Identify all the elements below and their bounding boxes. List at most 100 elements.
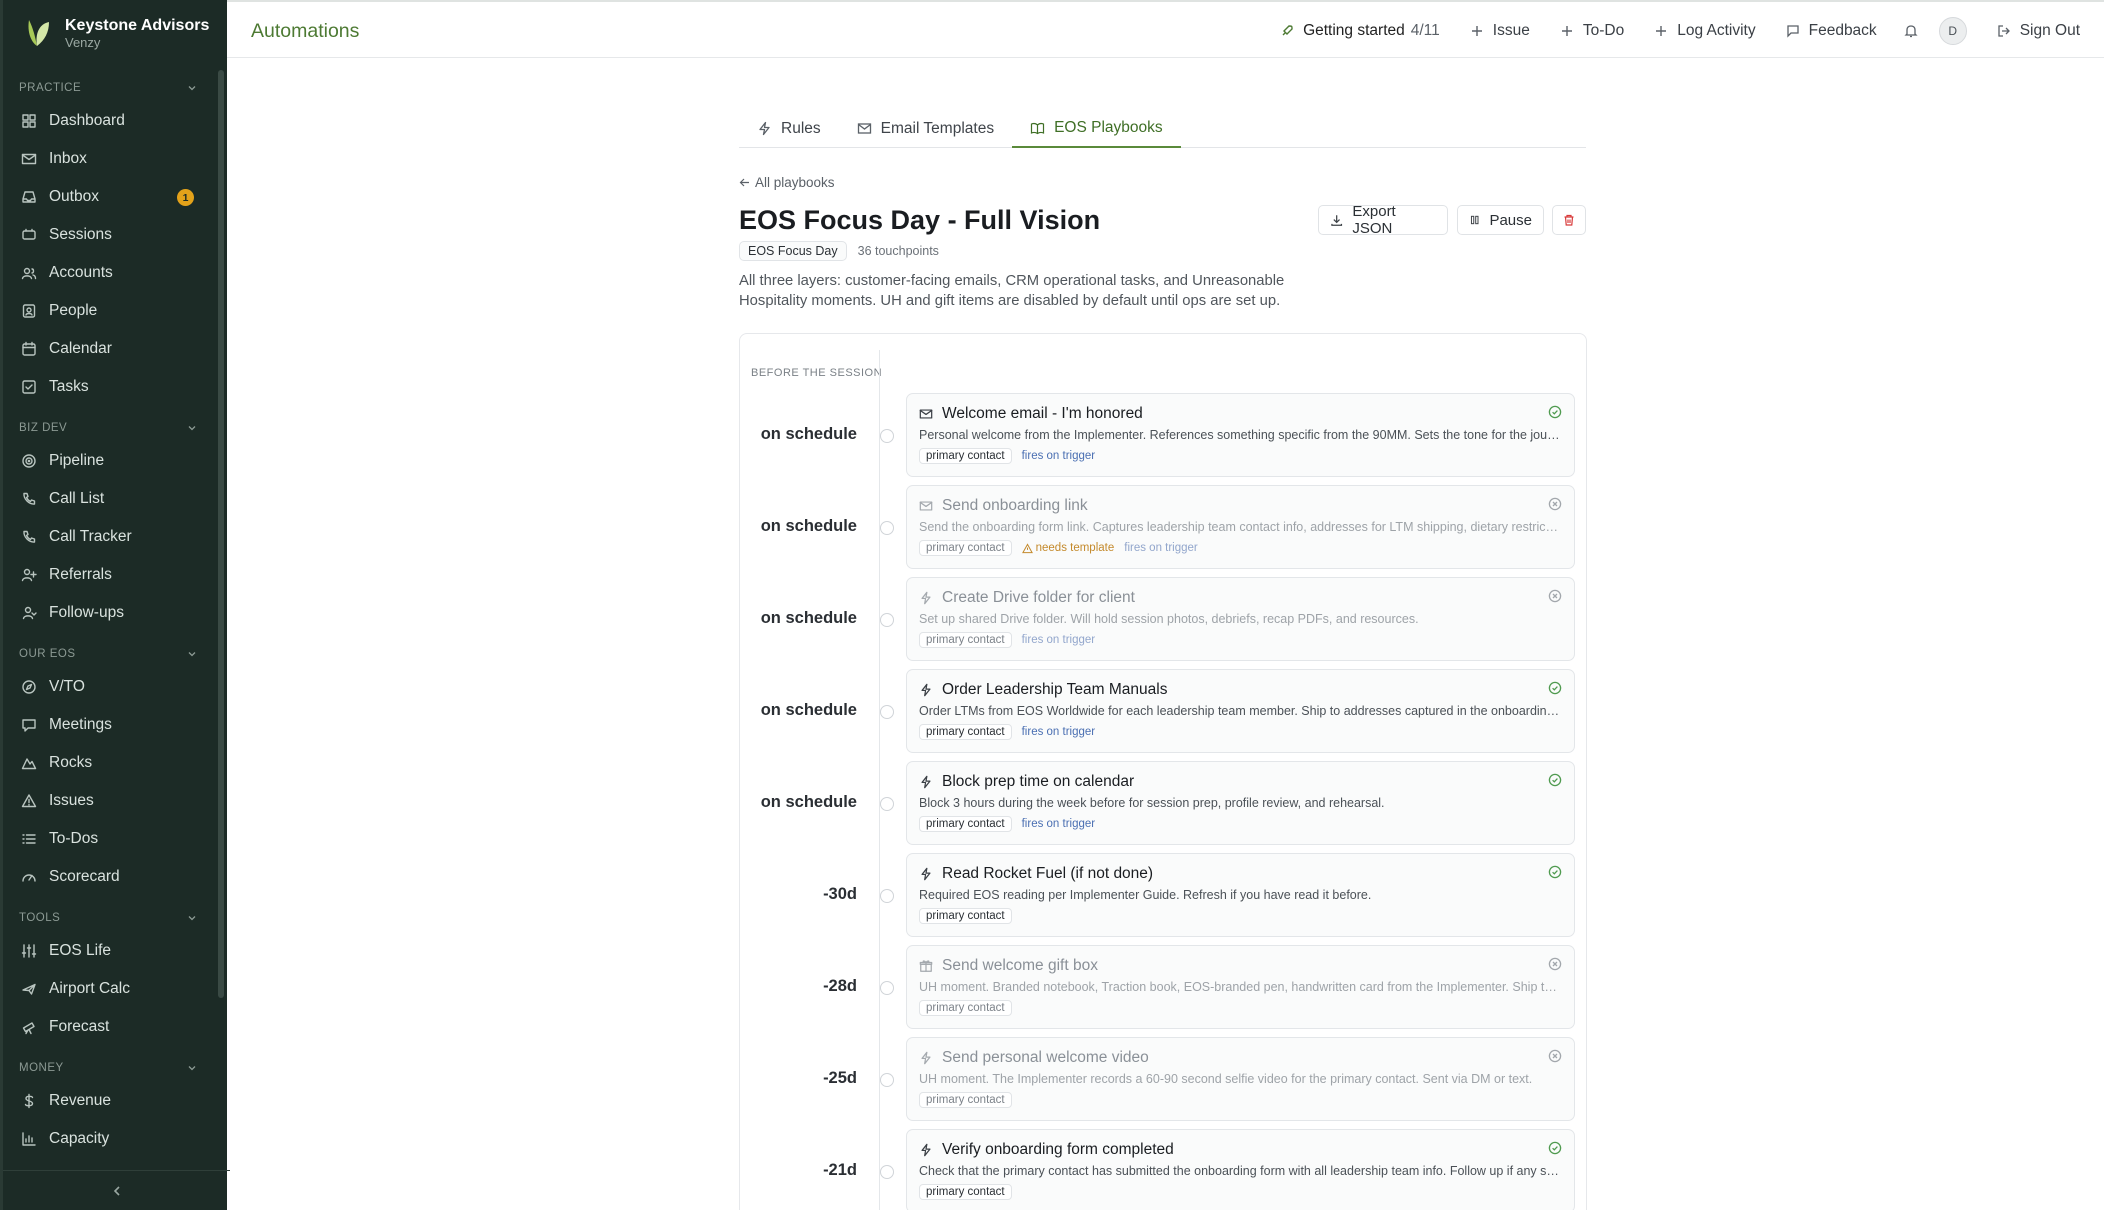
touchpoint-card[interactable]: Send onboarding link Send the onboarding… [906, 485, 1575, 569]
sidebar-item-label: V/TO [49, 678, 85, 695]
fires-on-trigger-label: fires on trigger [1124, 542, 1198, 554]
getting-started-button[interactable]: Getting started 4/11 [1280, 22, 1440, 40]
gauge-icon [22, 874, 36, 882]
rocket-icon [1282, 25, 1293, 36]
sidebar-item-inbox[interactable]: Inbox [3, 140, 213, 178]
delete-playbook-button[interactable] [1552, 205, 1586, 235]
enabled-check-icon[interactable] [1548, 405, 1562, 419]
getting-started-count: 4/11 [1410, 22, 1440, 39]
leaf-logo-icon [28, 20, 49, 46]
sidebar-item-rocks[interactable]: Rocks [3, 744, 213, 782]
sidebar-item-eos-life[interactable]: EOS Life [3, 932, 213, 970]
back-to-all-playbooks-link[interactable]: All playbooks [739, 175, 835, 190]
avatar[interactable]: D [1938, 17, 1967, 45]
sidebar-section-header[interactable]: OUR EOS [3, 640, 213, 668]
sidebar-item-capacity[interactable]: Capacity [3, 1120, 213, 1158]
touchpoint-card[interactable]: Block prep time on calendar Block 3 hour… [906, 761, 1575, 845]
enabled-check-icon[interactable] [1548, 773, 1562, 787]
touchpoint-row: on schedule Create Drive folder for clie… [740, 577, 1588, 661]
sidebar-item-dashboard[interactable]: Dashboard [3, 102, 213, 140]
touchpoint-row: on schedule Block prep time on calendar … [740, 761, 1588, 845]
enabled-check-icon[interactable] [1548, 681, 1562, 695]
enabled-check-icon[interactable] [1548, 865, 1562, 879]
telescope-icon [22, 1022, 35, 1035]
touchpoint-card[interactable]: Verify onboarding form completed Check t… [906, 1129, 1575, 1210]
disabled-x-icon[interactable] [1548, 497, 1562, 511]
sidebar-item-call-tracker[interactable]: Call Tracker [3, 518, 213, 556]
fires-on-trigger-label: fires on trigger [1021, 634, 1096, 646]
touchpoint-description: UH moment. Branded notebook, Traction bo… [919, 980, 1561, 994]
sidebar-item-to-dos[interactable]: To-Dos [3, 820, 213, 858]
sidebar-item-follow-ups[interactable]: Follow-ups [3, 594, 213, 632]
bolt-icon [921, 683, 931, 697]
tab-rules[interactable]: Rules [739, 110, 839, 147]
disabled-x-icon[interactable] [1548, 589, 1562, 603]
sign-out-button[interactable]: Sign Out [1997, 22, 2080, 40]
sidebar-item-scorecard[interactable]: Scorecard [3, 858, 213, 896]
sidebar-item-label: Forecast [49, 1018, 110, 1035]
touchpoint-timing: -25d [823, 1069, 857, 1087]
export-json-button[interactable]: Export JSON [1318, 203, 1448, 237]
plane-icon [22, 983, 36, 995]
sidebar-item-outbox[interactable]: Outbox 1 [3, 178, 213, 216]
enabled-check-icon[interactable] [1548, 1141, 1562, 1155]
trash-icon [1564, 214, 1574, 226]
sidebar-item-v-to[interactable]: V/TO [3, 668, 213, 706]
disabled-x-icon[interactable] [1548, 1049, 1562, 1063]
sidebar-section-header[interactable]: PRACTICE [3, 74, 213, 102]
brand[interactable]: Keystone Advisors Venzy [3, 0, 227, 66]
chevron-down-icon [188, 86, 196, 91]
sidebar-item-referrals[interactable]: Referrals [3, 556, 213, 594]
chevron-down-icon [188, 426, 196, 431]
sidebar-item-meetings[interactable]: Meetings [3, 706, 213, 744]
sidebar-item-pipeline[interactable]: Pipeline [3, 442, 213, 480]
touchpoint-card[interactable]: Send welcome gift box UH moment. Branded… [906, 945, 1575, 1029]
tab-email-templates[interactable]: Email Templates [839, 110, 1012, 147]
sidebar-section-header[interactable]: TOOLS [3, 904, 213, 932]
book-open-icon [1030, 122, 1045, 134]
rocks-icon [21, 758, 37, 770]
chevron-down-icon [188, 652, 196, 657]
timeline-dot [880, 521, 894, 535]
touchpoint-card[interactable]: Send personal welcome video UH moment. T… [906, 1037, 1575, 1121]
disabled-x-icon[interactable] [1548, 957, 1562, 971]
sidebar-item-revenue[interactable]: Revenue [3, 1082, 213, 1120]
add-todo-button[interactable]: To-Do [1560, 22, 1624, 40]
pause-button[interactable]: Pause [1457, 205, 1544, 235]
touchpoint-timing: -30d [823, 885, 857, 903]
sidebar-section-header[interactable]: MONEY [3, 1054, 213, 1082]
touchpoint-row: on schedule Send onboarding link Send th… [740, 485, 1588, 569]
todo-label: To-Do [1582, 22, 1625, 39]
log-activity-button[interactable]: Log Activity [1654, 22, 1756, 40]
top-actions: Getting started 4/11 Issue To-Do Log Act… [1250, 16, 2080, 46]
collapse-sidebar-button[interactable] [3, 1170, 230, 1210]
recipient-chip: primary contact [919, 448, 1012, 464]
tab-eos-playbooks[interactable]: EOS Playbooks [1012, 110, 1181, 148]
tab-label: EOS Playbooks [1054, 119, 1163, 136]
bell-icon[interactable] [1903, 23, 1919, 39]
sidebar-item-forecast[interactable]: Forecast [3, 1008, 213, 1046]
sign-out-label: Sign Out [2019, 22, 2080, 39]
sidebar-item-accounts[interactable]: Accounts [3, 254, 213, 292]
plus-icon [1561, 26, 1572, 36]
add-issue-button[interactable]: Issue [1470, 22, 1530, 40]
sidebar-item-airport-calc[interactable]: Airport Calc [3, 970, 213, 1008]
touchpoint-card[interactable]: Welcome email - I'm honored Personal wel… [906, 393, 1575, 477]
touchpoint-card[interactable]: Read Rocket Fuel (if not done) Required … [906, 853, 1575, 937]
sidebar-item-sessions[interactable]: Sessions [3, 216, 213, 254]
sidebar-scrollbar[interactable] [218, 70, 224, 998]
message-square-icon [1786, 25, 1799, 38]
sidebar-item-calendar[interactable]: Calendar [3, 330, 213, 368]
sidebar-item-label: Sessions [49, 226, 112, 243]
feedback-button[interactable]: Feedback [1786, 22, 1877, 40]
sidebar-item-people[interactable]: People [3, 292, 213, 330]
sidebar-item-expenses[interactable]: Expenses [3, 1158, 213, 1166]
sidebar-item-call-list[interactable]: Call List [3, 480, 213, 518]
touchpoint-card[interactable]: Order Leadership Team Manuals Order LTMs… [906, 669, 1575, 753]
sidebar-item-tasks[interactable]: Tasks [3, 368, 213, 406]
sidebar-section-header[interactable]: BIZ DEV [3, 414, 213, 442]
touchpoint-card[interactable]: Create Drive folder for client Set up sh… [906, 577, 1575, 661]
download-icon [1331, 215, 1343, 226]
sidebar-item-issues[interactable]: Issues [3, 782, 213, 820]
automation-tabs: Rules Email Templates EOS Playbooks [739, 110, 1586, 148]
